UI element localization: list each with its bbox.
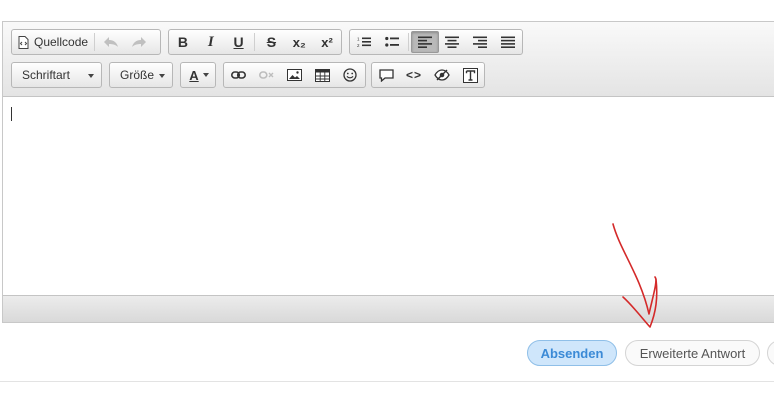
code-button[interactable]: <> xyxy=(400,64,428,86)
text-color-glyph: A xyxy=(189,67,199,83)
source-button-label: Quellcode xyxy=(34,35,89,49)
strikethrough-button[interactable]: S xyxy=(257,31,285,53)
table-icon xyxy=(314,68,330,82)
toolbar-separator xyxy=(407,33,409,51)
font-size-label: Größe xyxy=(120,68,155,82)
link-button[interactable] xyxy=(224,64,252,86)
subscript-button[interactable]: x₂ xyxy=(285,31,313,53)
italic-button[interactable]: I xyxy=(197,31,225,53)
quote-button[interactable] xyxy=(372,64,400,86)
toolbar-group-basic-styles: B I U S x₂ x² xyxy=(168,29,342,55)
align-right-button[interactable] xyxy=(466,31,494,53)
text-cursor xyxy=(11,107,12,121)
plain-text-button[interactable] xyxy=(456,64,484,86)
text-box-icon xyxy=(462,67,478,83)
submit-button[interactable]: Absenden xyxy=(527,340,617,366)
form-actions: Absenden Erweiterte Antwort xyxy=(0,340,774,368)
toolbar-separator xyxy=(254,33,256,51)
unlink-button[interactable] xyxy=(252,64,280,86)
font-family-dropdown[interactable]: Schriftart xyxy=(11,62,102,88)
image-button[interactable] xyxy=(280,64,308,86)
text-color-icon: A xyxy=(187,68,201,83)
align-center-icon xyxy=(445,36,460,48)
smiley-icon xyxy=(343,68,357,82)
svg-text:1: 1 xyxy=(357,37,360,42)
align-justify-button[interactable] xyxy=(494,31,522,53)
undo-icon xyxy=(103,36,119,48)
font-family-label: Schriftart xyxy=(22,68,71,82)
numbered-list-button[interactable]: 12 xyxy=(350,31,378,53)
redo-icon xyxy=(131,36,147,48)
section-divider xyxy=(0,381,774,382)
eye-slash-icon xyxy=(434,69,450,81)
editor-toolbar: Quellcode B I U S x₂ x² 1 2 Schriftart G… xyxy=(3,22,774,97)
chevron-down-icon xyxy=(203,73,209,77)
toolbar-separator xyxy=(94,33,96,51)
table-button[interactable] xyxy=(308,64,336,86)
align-left-icon xyxy=(417,36,432,48)
toolbar-group-extras: <> xyxy=(371,62,485,88)
toolbar-group-insert xyxy=(223,62,366,88)
editor-status-bar xyxy=(3,295,774,322)
toolbar-group-source-history: Quellcode xyxy=(11,29,161,55)
chevron-down-icon xyxy=(88,74,94,78)
underline-button[interactable]: U xyxy=(225,31,253,53)
bulleted-list-button[interactable] xyxy=(378,31,406,53)
speech-bubble-icon xyxy=(378,68,394,82)
rich-text-editor: Quellcode B I U S x₂ x² 1 2 Schriftart G… xyxy=(2,21,774,323)
bulleted-list-icon xyxy=(384,36,399,48)
svg-text:2: 2 xyxy=(357,43,360,48)
emoji-button[interactable] xyxy=(336,64,364,86)
undo-button[interactable] xyxy=(97,31,125,53)
link-icon xyxy=(230,70,246,80)
text-color-button[interactable]: A xyxy=(181,64,215,86)
image-icon xyxy=(286,69,302,81)
advanced-reply-button[interactable]: Erweiterte Antwort xyxy=(625,340,760,366)
bold-button[interactable]: B xyxy=(169,31,197,53)
extra-action-button[interactable] xyxy=(767,340,774,366)
spoiler-button[interactable] xyxy=(428,64,456,86)
align-left-button[interactable] xyxy=(410,31,439,53)
toolbar-group-lists-align: 12 xyxy=(349,29,523,55)
superscript-button[interactable]: x² xyxy=(313,31,341,53)
redo-button[interactable] xyxy=(125,31,153,53)
chevron-down-icon xyxy=(159,74,165,78)
toolbar-group-color: A xyxy=(180,62,216,88)
align-justify-icon xyxy=(501,36,516,48)
code-icon: <> xyxy=(405,68,422,82)
align-right-icon xyxy=(473,36,488,48)
numbered-list-icon: 12 xyxy=(357,36,371,48)
editor-content-area[interactable] xyxy=(3,97,774,297)
font-size-dropdown[interactable]: Größe xyxy=(109,62,173,88)
source-button[interactable]: Quellcode xyxy=(12,31,92,53)
align-center-button[interactable] xyxy=(439,31,467,53)
source-icon xyxy=(18,35,29,49)
unlink-icon xyxy=(258,70,274,80)
